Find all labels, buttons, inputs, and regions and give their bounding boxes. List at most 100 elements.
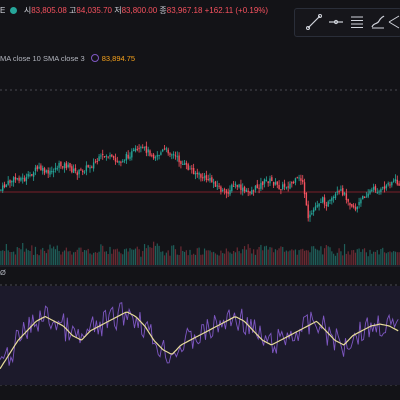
candle-body [111,154,113,157]
volume-bar [318,250,320,265]
candle-body [62,166,64,168]
volume-bar [158,245,160,265]
volume-bar [33,254,35,265]
indicator-legend[interactable]: MA close 10 SMA close 3 83,894.75 [0,54,135,63]
volume-bar [376,250,378,265]
candle-body [118,161,120,163]
candle-body [49,170,51,175]
volume-bar [342,255,344,265]
volume-bar [38,255,40,265]
candle-body [325,204,328,206]
candle-body [80,169,82,171]
candle-body [396,179,398,185]
high-value: 84,035.70 [76,6,112,15]
brush-icon[interactable] [369,13,387,31]
volume-bar [74,251,77,265]
volume-bar [393,251,395,265]
volume-bar [325,244,327,265]
candle-body [51,171,53,173]
candle-body [345,193,348,200]
volume-bar [243,246,246,265]
volume-bar [380,249,382,265]
candle-body [112,156,115,159]
candle-body [280,189,282,191]
horizontal-line-icon[interactable] [327,13,345,31]
candle-body [136,149,138,151]
volume-bar [125,248,127,265]
drawing-toolbar [294,8,400,37]
candle-body [247,190,249,192]
candle-body [182,163,184,165]
candle-body [276,181,278,185]
volume-bar [302,248,304,265]
trend-line-icon[interactable] [305,13,323,31]
candle-body [100,155,102,157]
volume-bar [283,251,286,265]
volume-bar [114,249,117,265]
candle-body [23,178,26,182]
candle-body [89,167,91,169]
volume-bar [98,251,100,265]
volume-bar [320,246,322,265]
candle-body [243,186,246,192]
close-label: 종 [159,6,167,15]
volume-bar [214,253,217,265]
pitchfork-icon[interactable] [387,13,400,31]
volume-bar [160,251,162,265]
volume-bar [174,249,177,265]
candle-body [196,172,198,175]
volume-bar [173,245,175,265]
volume-bar [0,250,2,265]
volume-bar [65,247,67,265]
candle-body [147,149,149,153]
candle-body [316,205,318,207]
volume-bar [107,254,109,265]
volume-bar [129,248,131,265]
candle-body [225,190,228,194]
volume-bar [340,251,342,265]
candle-body [129,156,131,159]
candle-body [212,182,215,184]
candle-body [278,184,280,190]
volume-bar [51,248,53,265]
volume-bar [274,249,277,265]
volume-bar [273,252,275,265]
volume-bar [93,252,95,265]
candle-body [251,190,253,195]
volume-bar [234,252,237,265]
volume-bar [331,251,333,265]
volume-bar [193,253,195,265]
volume-bar [338,248,340,265]
volume-bar [5,244,7,265]
volume-bar [280,246,282,265]
candle-body [12,177,15,183]
volume-bar [389,251,391,265]
candle-body [3,184,6,188]
volume-bar [162,251,164,265]
volume-bar [73,252,75,265]
candle-body [309,214,311,218]
candle-body [320,201,322,203]
candle-body [14,177,17,180]
volume-bar [14,254,17,265]
volume-bar [291,249,293,265]
fib-retracement-icon[interactable] [348,13,366,31]
candle-body [103,156,106,158]
volume-bar [18,247,20,265]
candle-body [354,207,357,210]
volume-bar [269,247,271,265]
volume-bar [333,253,335,265]
candle-body [252,190,255,192]
candle-body [167,149,169,154]
candle-body [298,177,300,179]
candle-body [285,187,288,189]
candle-body [38,166,40,169]
candle-body [374,185,377,191]
candle-body [360,199,362,204]
volume-bar [356,249,358,265]
candle-body [58,162,60,168]
candle-body [20,177,22,181]
candle-body [0,189,2,191]
volume-bar [207,250,209,265]
volume-bar [127,251,129,265]
